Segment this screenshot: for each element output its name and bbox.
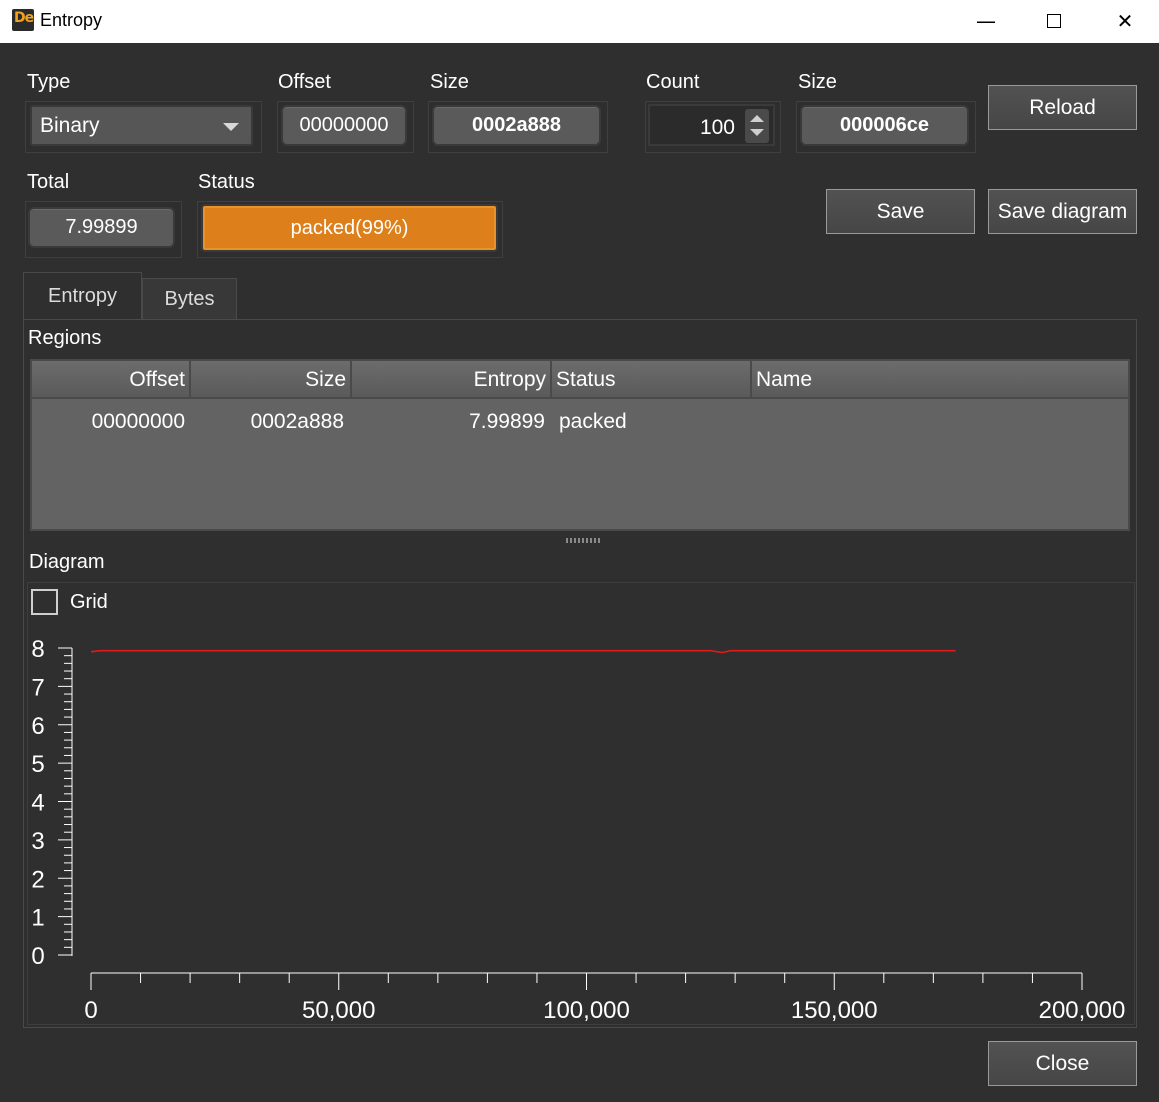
y-tick-label: 5 bbox=[31, 751, 44, 778]
close-button[interactable]: Close bbox=[988, 1041, 1137, 1086]
y-tick-label: 1 bbox=[31, 905, 44, 932]
x-tick-label: 0 bbox=[84, 997, 97, 1024]
x-tick-label: 150,000 bbox=[791, 997, 878, 1024]
x-tick-label: 50,000 bbox=[302, 997, 375, 1024]
x-tick-label: 200,000 bbox=[1039, 997, 1126, 1024]
y-tick-label: 2 bbox=[31, 866, 44, 893]
y-tick-label: 8 bbox=[31, 636, 44, 663]
entropy-chart: 0 1 2 3 4 5 6 7 8 0 50,000 100,000 150,000 200,000 bbox=[31, 636, 1126, 1024]
y-tick-label: 3 bbox=[31, 828, 44, 855]
entropy-series-line bbox=[90, 649, 956, 654]
y-tick-label: 7 bbox=[31, 674, 44, 701]
y-tick-label: 0 bbox=[31, 943, 44, 970]
y-tick-label: 6 bbox=[31, 713, 44, 740]
y-tick-label: 4 bbox=[31, 790, 44, 817]
x-tick-label: 100,000 bbox=[543, 997, 630, 1024]
